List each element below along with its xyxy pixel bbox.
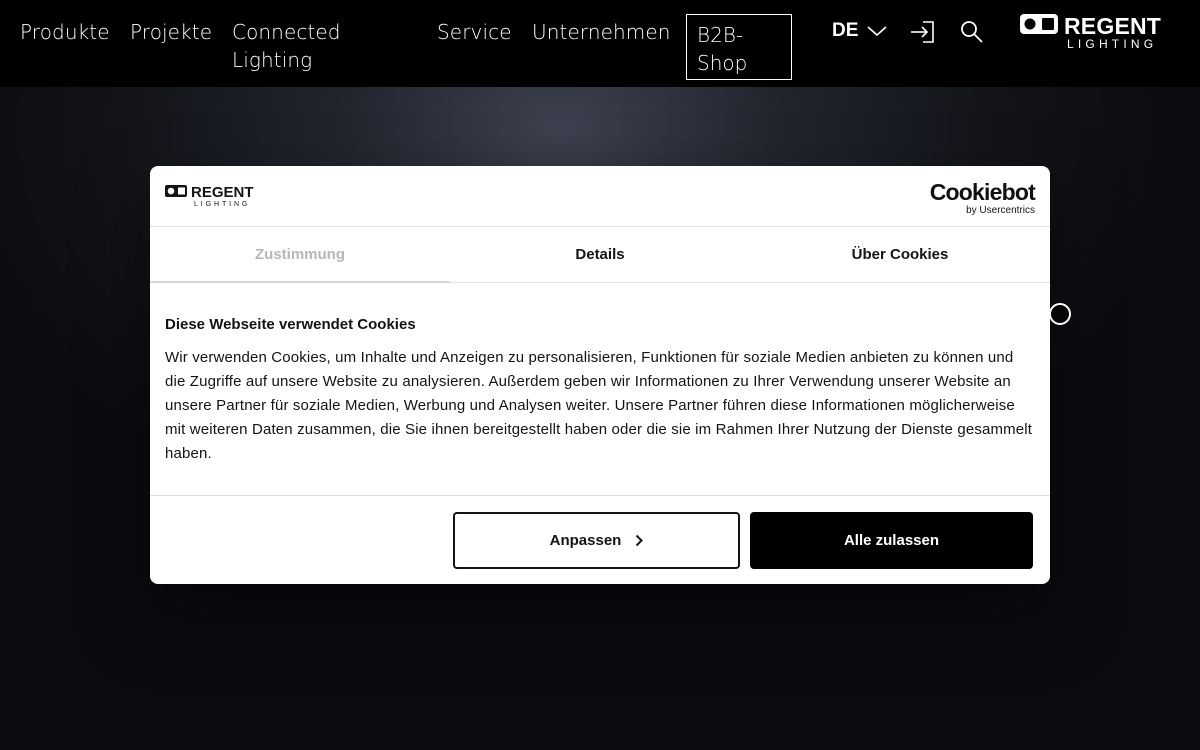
- nav-item-connected-lighting[interactable]: Connected Lighting: [232, 18, 352, 74]
- logo-sub: LIGHTING: [1067, 37, 1157, 50]
- b2b-shop-button[interactable]: B2B-Shop: [686, 14, 792, 80]
- regent-lighting-logo[interactable]: REGENT LIGHTING: [1020, 14, 1182, 50]
- tab-details[interactable]: Details: [450, 227, 750, 282]
- chevron-down-icon: [867, 26, 887, 37]
- login-icon[interactable]: [909, 18, 937, 46]
- language-selector[interactable]: DE: [832, 20, 888, 42]
- allow-all-button[interactable]: Alle zulassen: [750, 512, 1033, 569]
- dialog-logo-word: REGENT: [191, 184, 254, 201]
- language-code: DE: [832, 20, 859, 41]
- tab-ueber-cookies[interactable]: Über Cookies: [750, 227, 1050, 282]
- tab-zustimmung[interactable]: Zustimmung: [150, 227, 450, 283]
- cookiebot-name: Cookiebot: [929, 179, 1036, 205]
- dialog-header: REGENT LIGHTING Cookiebot by Usercentric…: [150, 166, 1050, 227]
- logo-word: REGENT: [1064, 14, 1161, 39]
- consent-body: Diese Webseite verwendet Cookies Wir ver…: [165, 316, 1035, 466]
- nav-item-produkte[interactable]: Produkte: [20, 18, 110, 46]
- consent-title: Diese Webseite verwendet Cookies: [165, 316, 416, 333]
- nav-item-projekte[interactable]: Projekte: [130, 18, 212, 46]
- regent-lighting-logo: REGENT LIGHTING: [165, 184, 254, 208]
- consent-text: Wir verwenden Cookies, um Inhalte und An…: [165, 349, 1033, 462]
- cookiebot-logo[interactable]: Cookiebot by Usercentrics: [929, 179, 1036, 217]
- consent-tabs: Zustimmung Details Über Cookies: [150, 227, 1050, 283]
- customize-button[interactable]: Anpassen: [453, 512, 740, 569]
- search-icon[interactable]: [958, 18, 986, 46]
- dialog-footer: Anpassen Alle zulassen: [150, 495, 1050, 584]
- nav-item-unternehmen[interactable]: Unternehmen: [532, 18, 671, 46]
- nav-item-service[interactable]: Service: [437, 18, 512, 46]
- dialog-logo-sub: LIGHTING: [194, 201, 250, 208]
- chevron-right-icon: [636, 534, 644, 547]
- slider-indicator-ring[interactable]: [1049, 303, 1071, 325]
- customize-button-label: Anpassen: [549, 532, 622, 549]
- top-navigation: Produkte Projekte Connected Lighting Ser…: [0, 0, 1200, 87]
- cookiebot-sub: by Usercentrics: [966, 205, 1035, 216]
- cookie-consent-dialog: REGENT LIGHTING Cookiebot by Usercentric…: [150, 166, 1050, 584]
